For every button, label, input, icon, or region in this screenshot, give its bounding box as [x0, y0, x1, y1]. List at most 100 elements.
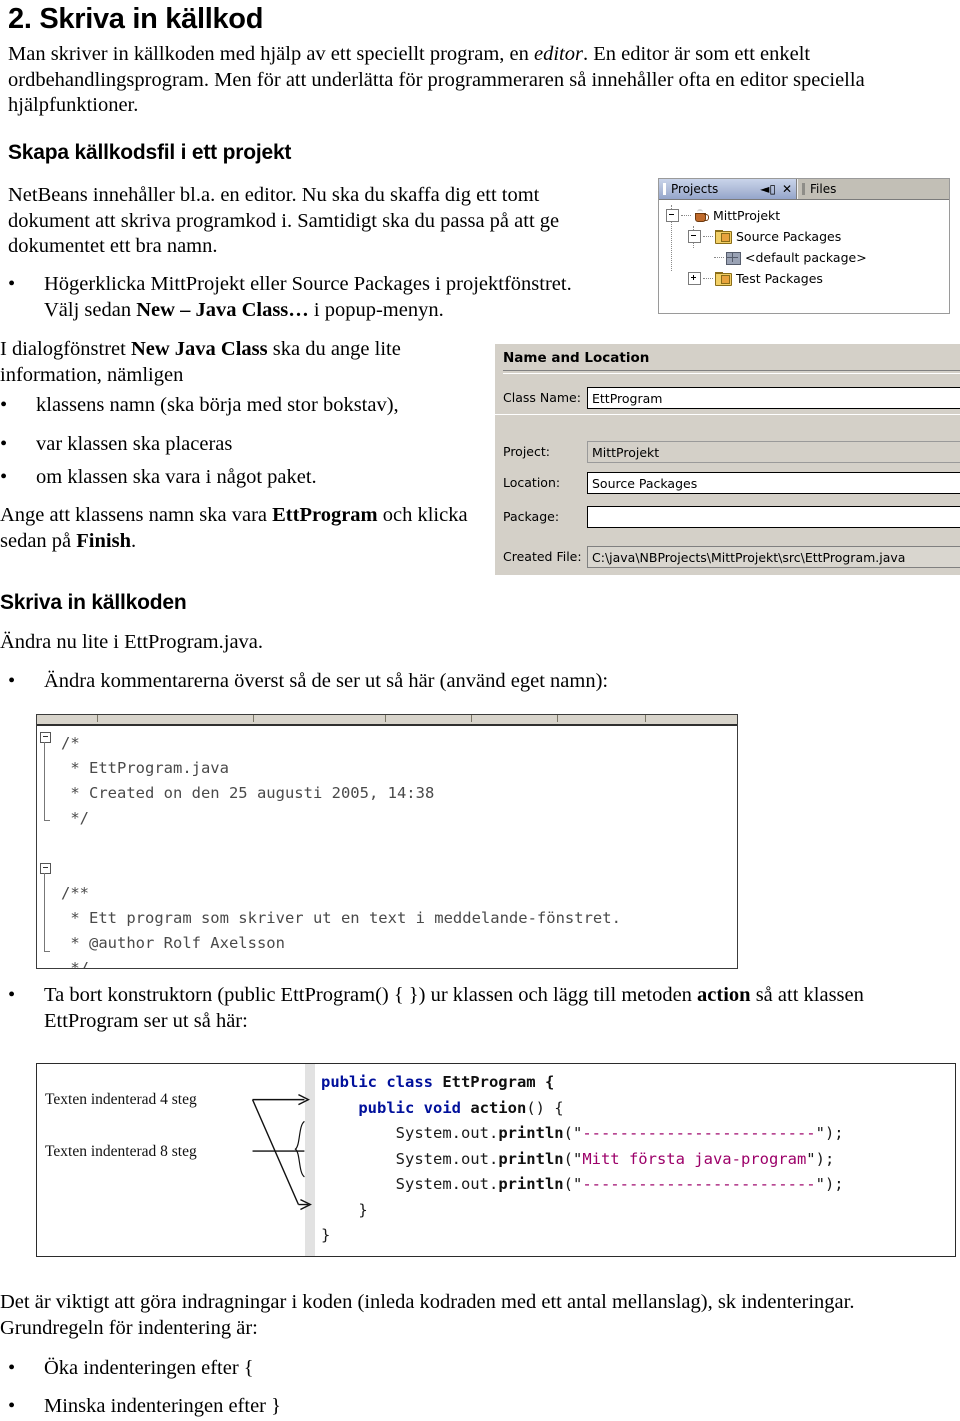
bullet2-bold-action: action	[697, 984, 751, 1006]
tree-item-source-packages[interactable]: Source Packages	[666, 226, 949, 247]
bullet-line2-pre: Välj sedan	[44, 298, 137, 321]
annotation-indent-8: Texten indenterad 8 steg	[45, 1143, 197, 1160]
code-method-rest: () {	[526, 1098, 564, 1117]
dialog-section-title: Name and Location	[503, 350, 650, 366]
tree-item-default-package[interactable]: <default package>	[666, 247, 949, 268]
list-item: • Öka indenteringen efter {	[8, 1356, 608, 1382]
code-line: */	[61, 959, 89, 969]
code-println-call: println	[498, 1124, 564, 1142]
closing-bold-ettprogram: EttProgram	[272, 504, 378, 526]
code-string-divider: -------------------------	[582, 1175, 816, 1193]
class-name-input[interactable]: EttProgram	[587, 387, 960, 409]
closing-bold-finish: Finish	[76, 529, 131, 552]
bullet-marker: •	[0, 466, 8, 488]
field-row-project: Project: MittProjekt	[495, 441, 960, 463]
code-println-pre: System.out.	[395, 1124, 499, 1142]
closing-pre: Ange att klassens namn ska vara	[0, 504, 273, 526]
expander-minus-icon[interactable]	[688, 230, 701, 243]
list-item: • Ändra kommentarerna överst så de ser u…	[8, 669, 908, 695]
bullet-marker: •	[8, 984, 16, 1006]
bullet-text: Öka indenteringen efter {	[44, 1357, 254, 1379]
code-println-call: println	[498, 1149, 564, 1168]
dialog-intro-paragraph: I dialogfönstret New Java Class ska du a…	[0, 337, 470, 388]
bullet-marker: •	[0, 394, 8, 416]
created-file-value: C:\java\NBProjects\MittProjekt\src\EttPr…	[587, 546, 960, 568]
dialog-title-divider	[503, 370, 960, 374]
close-icon[interactable]: ✕	[782, 183, 792, 195]
code-editor-screenshot-comments: /* * EttProgram.java * Created on den 25…	[36, 714, 738, 969]
folder-icon	[715, 272, 732, 286]
dialog-intro-pre: I dialogfönstret	[0, 338, 131, 360]
bullet-marker: •	[8, 1395, 16, 1417]
code-close-paren: ");	[806, 1149, 835, 1168]
dialog-spacer	[495, 414, 960, 424]
list-item: • klassens namn (ska börja med stor boks…	[0, 393, 460, 419]
tab-projects-label: Projects	[671, 182, 719, 196]
tree-connector	[681, 215, 691, 216]
code-println-pre: System.out.	[395, 1175, 499, 1193]
section2-heading: Skriva in källkoden	[0, 591, 187, 614]
bullet-line1: Högerklicka MittProjekt eller Source Pac…	[44, 273, 572, 295]
intro-italic-editor: editor	[534, 43, 583, 65]
bullet2-pre: Ta bort konstruktorn (public EttProgram(…	[44, 984, 698, 1006]
fold-marker[interactable]	[40, 863, 51, 952]
code-comment-block: /* * EttProgram.java * Created on den 25…	[61, 731, 621, 969]
list-item: • Ta bort konstruktorn (public EttProgra…	[8, 983, 938, 1034]
folder-icon	[715, 230, 732, 244]
code-open-paren: ("	[563, 1124, 583, 1142]
bullet-text: Ändra kommentarerna överst så de ser ut …	[44, 670, 609, 692]
field-row-created-file: Created File: C:\java\NBProjects\MittPro…	[495, 546, 960, 568]
code-println-call: println	[498, 1175, 564, 1193]
tab-accent-bar	[802, 183, 805, 195]
tab-files[interactable]: Files	[797, 179, 949, 199]
editor-gutter-divider	[305, 1064, 315, 1256]
tree-connector	[714, 257, 724, 258]
section1-paragraph: NetBeans innehåller bl.a. en editor. Nu …	[8, 184, 560, 257]
class-name-label: Class Name:	[503, 390, 581, 405]
code-keyword: public class	[321, 1073, 433, 1091]
code-close-paren: ");	[815, 1175, 844, 1193]
package-label: Package:	[503, 509, 560, 524]
tree-item-mittprojekt[interactable]: MittProjekt	[666, 205, 949, 226]
code-line: /*	[61, 734, 80, 752]
editor-ruler	[37, 715, 737, 726]
code-println-pre: System.out.	[395, 1149, 499, 1168]
code-line: /**	[61, 884, 89, 902]
field-row-location: Location: Source Packages	[495, 472, 960, 494]
package-input[interactable]	[587, 506, 960, 528]
tree-item-test-packages[interactable]: Test Packages	[666, 268, 949, 289]
projects-window[interactable]: Projects ◄▯ ✕ Files MittProjekt Source P	[658, 178, 950, 314]
field-row-package: Package:	[495, 506, 960, 528]
tab-accent-bar	[663, 183, 666, 195]
list-item: • om klassen ska vara i något paket.	[0, 465, 460, 491]
tree-connector	[703, 236, 713, 237]
location-input[interactable]: Source Packages	[587, 472, 960, 494]
code-class-decl: EttProgram {	[432, 1073, 555, 1091]
tree-item-label: Source Packages	[736, 229, 842, 244]
tree-connector	[703, 278, 713, 279]
page-title: 2. Skriva in källkod	[8, 3, 264, 35]
bullet-marker: •	[0, 433, 8, 455]
section1-closing-paragraph: Ange att klassens namn ska vara EttProgr…	[0, 503, 470, 554]
minimize-icon[interactable]: ◄▯	[760, 183, 776, 195]
expander-minus-icon[interactable]	[666, 209, 679, 222]
code-open-paren: ("	[563, 1175, 583, 1193]
tree-item-label: Test Packages	[736, 271, 823, 286]
bullet-marker: •	[8, 273, 16, 295]
tree-item-label: <default package>	[745, 250, 867, 265]
project-tree[interactable]: MittProjekt Source Packages <default pac…	[659, 200, 949, 289]
closing-post: .	[130, 529, 137, 552]
intro-text-before: Man skriver in källkoden med hjälp av et…	[8, 43, 535, 65]
expander-plus-icon[interactable]	[688, 272, 701, 285]
code-line: * EttProgram.java	[61, 759, 229, 777]
code-open-paren: ("	[563, 1149, 583, 1168]
section2-paragraph: Ändra nu lite i EttProgram.java.	[0, 631, 264, 653]
code-line: */	[61, 809, 89, 827]
created-file-label: Created File:	[503, 549, 582, 564]
package-icon	[726, 251, 741, 265]
code-close-paren: ");	[815, 1124, 844, 1142]
bullet-line2-bold: New – Java Class…	[136, 298, 309, 321]
fold-marker[interactable]	[40, 732, 51, 821]
tab-projects[interactable]: Projects ◄▯ ✕	[659, 179, 797, 199]
new-java-class-dialog[interactable]: Name and Location Class Name: EttProgram…	[494, 343, 960, 575]
